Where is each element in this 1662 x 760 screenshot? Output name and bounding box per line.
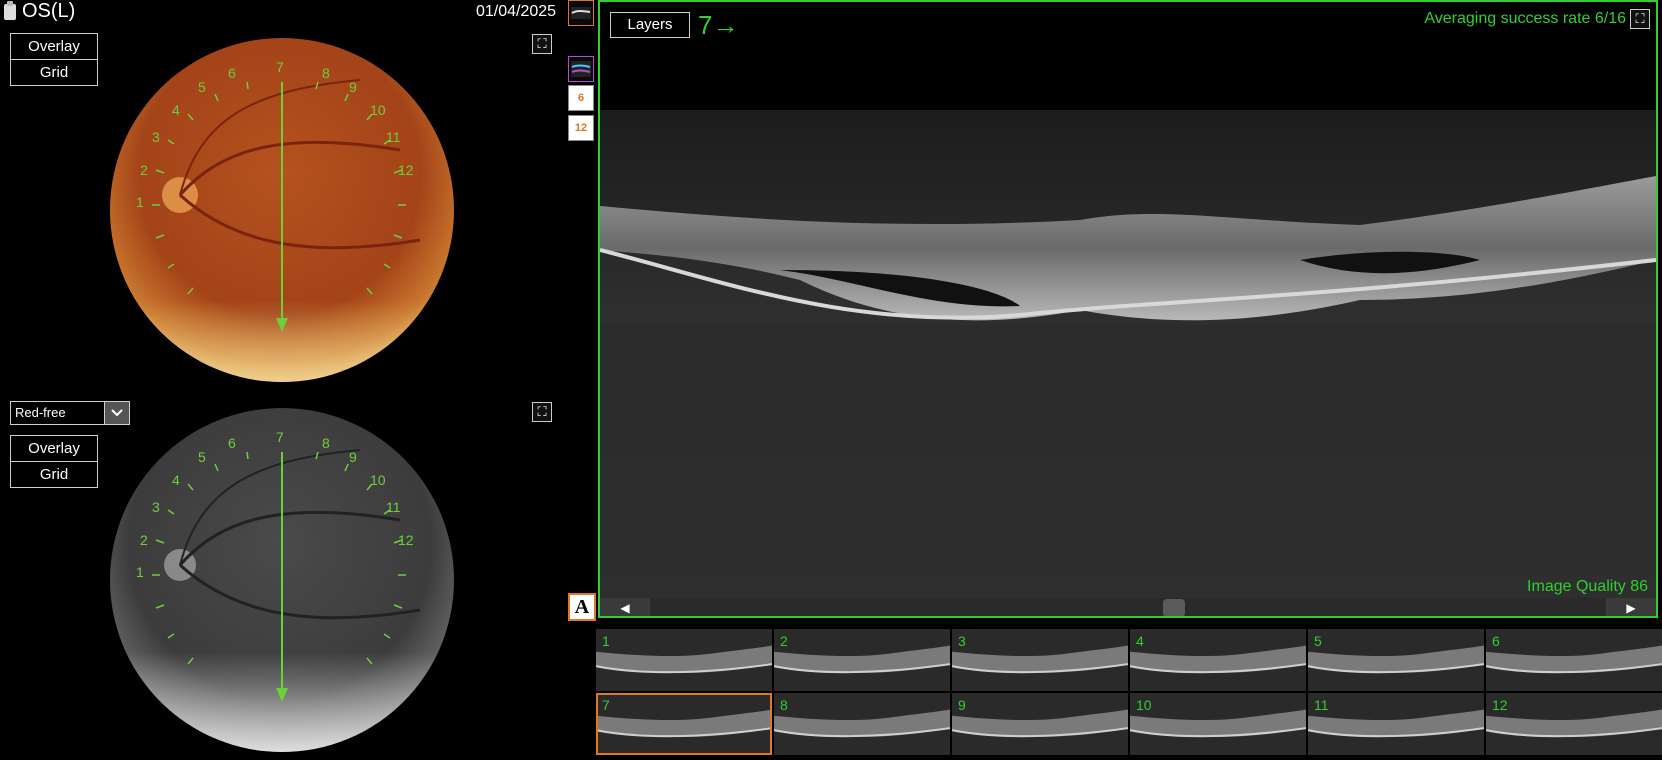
grid-6-icon[interactable]: 6 (568, 85, 594, 111)
svg-text:7: 7 (276, 59, 284, 75)
thumbnail-8[interactable]: 8 (774, 693, 950, 755)
top-fundus-image: 123 456 7 89 101112 (110, 38, 454, 382)
thumbnail-image (1308, 693, 1484, 755)
svg-text:4: 4 (172, 102, 180, 118)
bscan-viewer[interactable]: Layers 7→ Averaging success rate 6/16 ⛶ … (598, 0, 1658, 618)
thumbnail-7[interactable]: 7 (596, 693, 772, 755)
bottom-grid-button[interactable]: Grid (11, 461, 97, 487)
thumbnail-image (1130, 629, 1306, 691)
eye-label: OS(L) (4, 0, 75, 23)
thumbnail-image (596, 629, 772, 691)
svg-text:7: 7 (276, 429, 284, 445)
thumbnail-label: 8 (780, 697, 788, 713)
thumbnail-12[interactable]: 12 (1486, 693, 1662, 755)
thumbnail-9[interactable]: 9 (952, 693, 1128, 755)
thumbnail-label: 3 (958, 633, 966, 649)
top-fundus-options: Overlay Grid (10, 33, 98, 86)
bottom-fundus-options: Overlay Grid (10, 435, 98, 488)
clipboard-icon (4, 0, 16, 20)
thumbnail-image (1486, 693, 1662, 755)
thumbnail-label: 11 (1314, 697, 1329, 713)
thumbnail-3[interactable]: 3 (952, 629, 1128, 691)
bottom-fundus-image: 123 456 7 89 101112 (110, 408, 454, 752)
slice-indicator: 7→ (698, 10, 739, 40)
top-fundus-expand-icon[interactable]: ⛶ (532, 34, 552, 54)
bscan-view-icon[interactable] (568, 0, 594, 26)
scroll-left-icon[interactable]: ◀ (600, 598, 650, 616)
thumbnail-2[interactable]: 2 (774, 629, 950, 691)
thumbnail-image (952, 693, 1128, 755)
thumbnail-label: 12 (1492, 697, 1508, 713)
oct-bscan-image (600, 110, 1656, 598)
thumbnail-label: 6 (1492, 633, 1500, 649)
annotate-button[interactable]: A (568, 593, 596, 621)
svg-text:3: 3 (152, 129, 160, 145)
layers-button[interactable]: Layers (610, 12, 690, 38)
thumbnail-image (952, 629, 1128, 691)
svg-text:6: 6 (228, 65, 236, 81)
thumbnail-image (1486, 629, 1662, 691)
thumbnail-strip: 1 2 3 4 5 6 7 8 9 10 11 12 (596, 629, 1662, 755)
thumbnail-label: 10 (1136, 697, 1152, 713)
svg-text:9: 9 (349, 79, 357, 95)
thumbnail-image (774, 629, 950, 691)
top-grid-button[interactable]: Grid (11, 59, 97, 85)
svg-text:9: 9 (349, 449, 357, 465)
slice-scrollbar[interactable]: ◀ ▶ (600, 598, 1656, 616)
svg-text:1: 1 (136, 194, 144, 210)
thumbnail-6[interactable]: 6 (1486, 629, 1662, 691)
thumbnail-label: 7 (602, 697, 610, 713)
layers-view-icon[interactable] (568, 56, 594, 82)
svg-text:10: 10 (370, 102, 386, 118)
svg-text:5: 5 (198, 79, 206, 95)
image-quality: Image Quality 86 (1527, 578, 1648, 595)
thumbnail-1[interactable]: 1 (596, 629, 772, 691)
thumbnail-label: 2 (780, 633, 788, 649)
bottom-overlay-button[interactable]: Overlay (11, 436, 97, 461)
svg-text:8: 8 (322, 65, 330, 81)
thumbnail-label: 9 (958, 697, 966, 713)
thumbnail-image (774, 693, 950, 755)
thumbnail-image (1130, 693, 1306, 755)
thumbnail-label: 4 (1136, 633, 1144, 649)
svg-text:2: 2 (140, 532, 148, 548)
thumbnail-label: 1 (602, 633, 610, 649)
top-overlay-button[interactable]: Overlay (11, 34, 97, 59)
eye-side-text: OS(L) (22, 0, 76, 22)
svg-text:2: 2 (140, 162, 148, 178)
filter-select-value: Red-free (15, 405, 66, 420)
scroll-thumb[interactable] (1163, 599, 1185, 616)
svg-text:11: 11 (386, 499, 401, 515)
thumbnail-label: 5 (1314, 633, 1322, 649)
svg-text:10: 10 (370, 472, 386, 488)
thumbnail-5[interactable]: 5 (1308, 629, 1484, 691)
bscan-expand-icon[interactable]: ⛶ (1630, 9, 1650, 29)
grid-12-icon[interactable]: 12 (568, 115, 594, 141)
thumbnail-image (596, 693, 772, 755)
svg-text:1: 1 (136, 564, 144, 580)
svg-text:8: 8 (322, 435, 330, 451)
thumbnail-10[interactable]: 10 (1130, 693, 1306, 755)
thumbnail-image (1308, 629, 1484, 691)
bottom-fundus-expand-icon[interactable]: ⛶ (532, 402, 552, 422)
svg-text:6: 6 (228, 435, 236, 451)
svg-text:3: 3 (152, 499, 160, 515)
svg-text:11: 11 (386, 129, 401, 145)
exam-date: 01/04/2025 (476, 3, 557, 20)
averaging-rate: Averaging success rate 6/16 (1424, 10, 1626, 27)
svg-text:4: 4 (172, 472, 180, 488)
scroll-right-icon[interactable]: ▶ (1606, 598, 1656, 616)
thumbnail-11[interactable]: 11 (1308, 693, 1484, 755)
svg-text:5: 5 (198, 449, 206, 465)
thumbnail-4[interactable]: 4 (1130, 629, 1306, 691)
